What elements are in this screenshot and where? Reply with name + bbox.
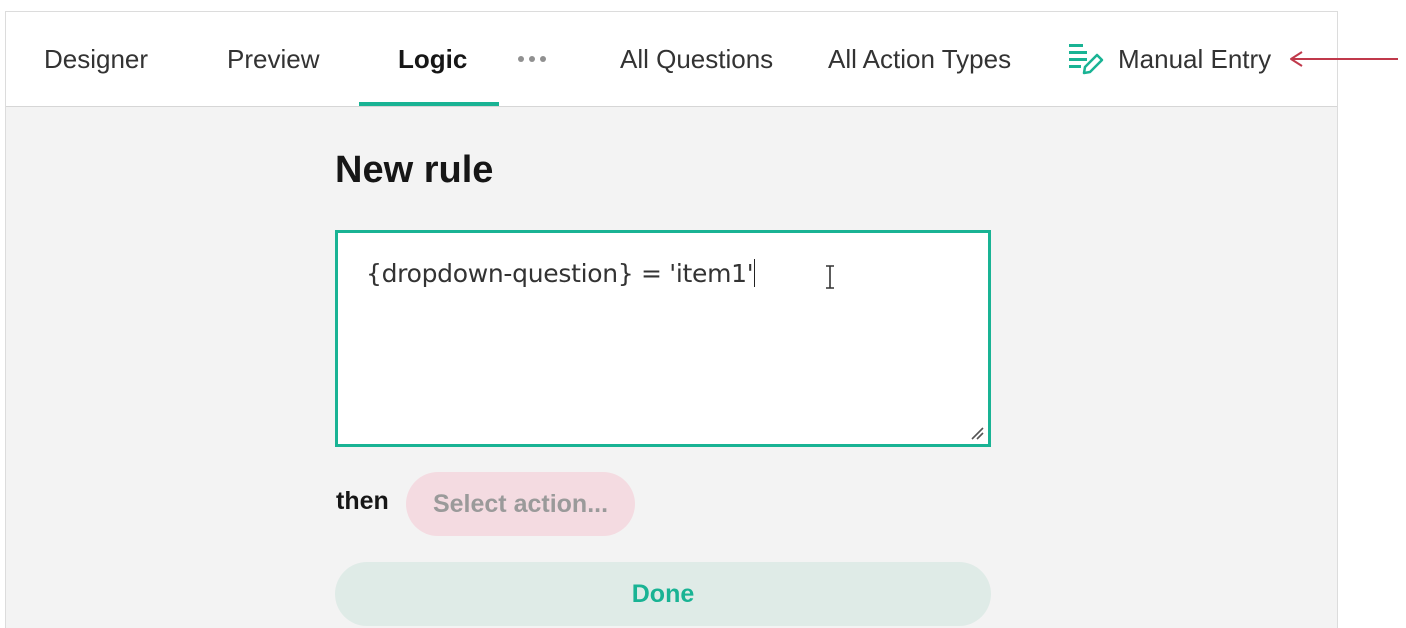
select-action-dropdown[interactable]: Select action...	[406, 472, 635, 536]
tab-all-questions[interactable]: All Questions	[620, 12, 773, 106]
tab-designer[interactable]: Designer	[44, 12, 148, 106]
dot	[529, 56, 535, 62]
text-caret	[754, 259, 756, 287]
done-button[interactable]: Done	[335, 562, 991, 626]
text-cursor-icon	[826, 265, 834, 289]
then-label: then	[336, 487, 389, 515]
manual-entry-label: Manual Entry	[1118, 43, 1272, 74]
active-tab-indicator	[359, 102, 499, 106]
arrow-left-icon	[1290, 51, 1398, 67]
top-toolbar: Designer Preview Logic All Questions All…	[6, 12, 1337, 107]
tab-logic[interactable]: Logic	[398, 12, 467, 106]
dot	[518, 56, 524, 62]
page-title: New rule	[335, 149, 494, 191]
logic-editor-window: Designer Preview Logic All Questions All…	[5, 11, 1338, 628]
tab-preview[interactable]: Preview	[227, 12, 319, 106]
rule-expression-value: {dropdown-question} = 'item1'	[366, 259, 754, 288]
dot	[540, 56, 546, 62]
manual-entry-button[interactable]: Manual Entry	[1068, 12, 1271, 106]
more-horizontal-icon[interactable]	[512, 12, 552, 106]
list-pencil-icon	[1069, 44, 1104, 75]
tab-all-action-types[interactable]: All Action Types	[828, 12, 1011, 106]
rule-expression-input[interactable]: {dropdown-question} = 'item1'	[335, 230, 991, 447]
resize-handle-icon[interactable]	[970, 426, 984, 440]
rule-expression-text: {dropdown-question} = 'item1'	[366, 259, 756, 288]
